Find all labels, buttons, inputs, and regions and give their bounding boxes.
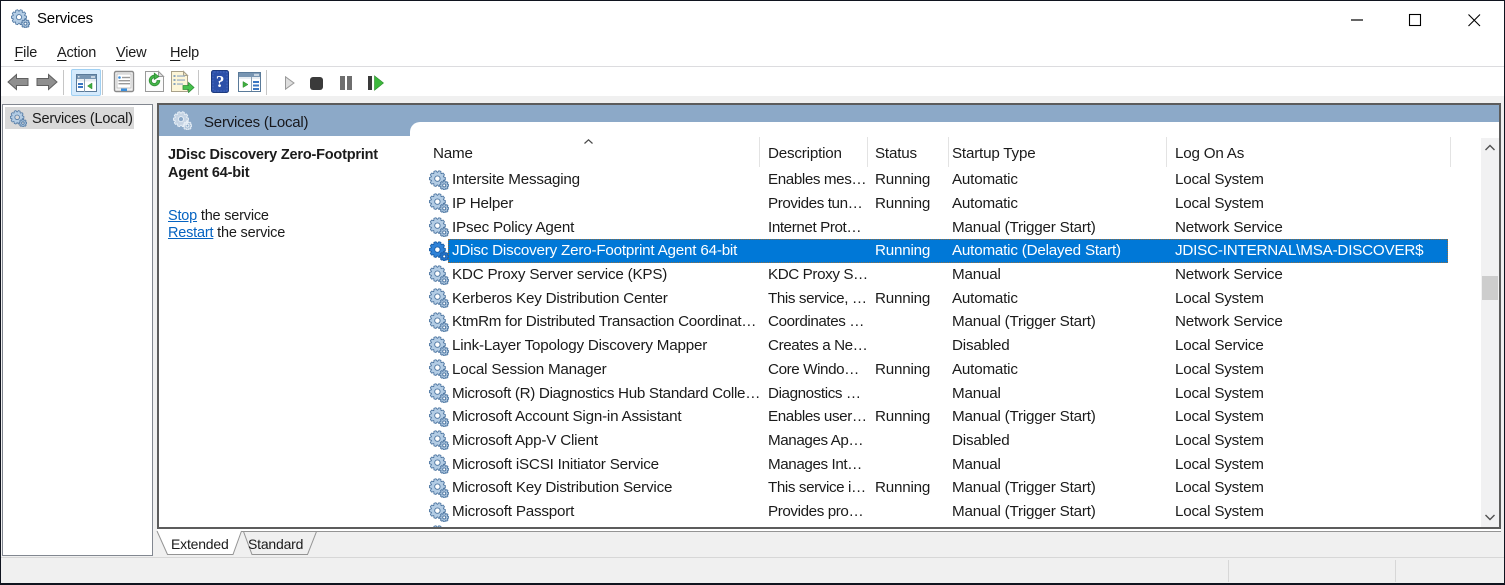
svg-text:?: ? xyxy=(216,72,224,91)
